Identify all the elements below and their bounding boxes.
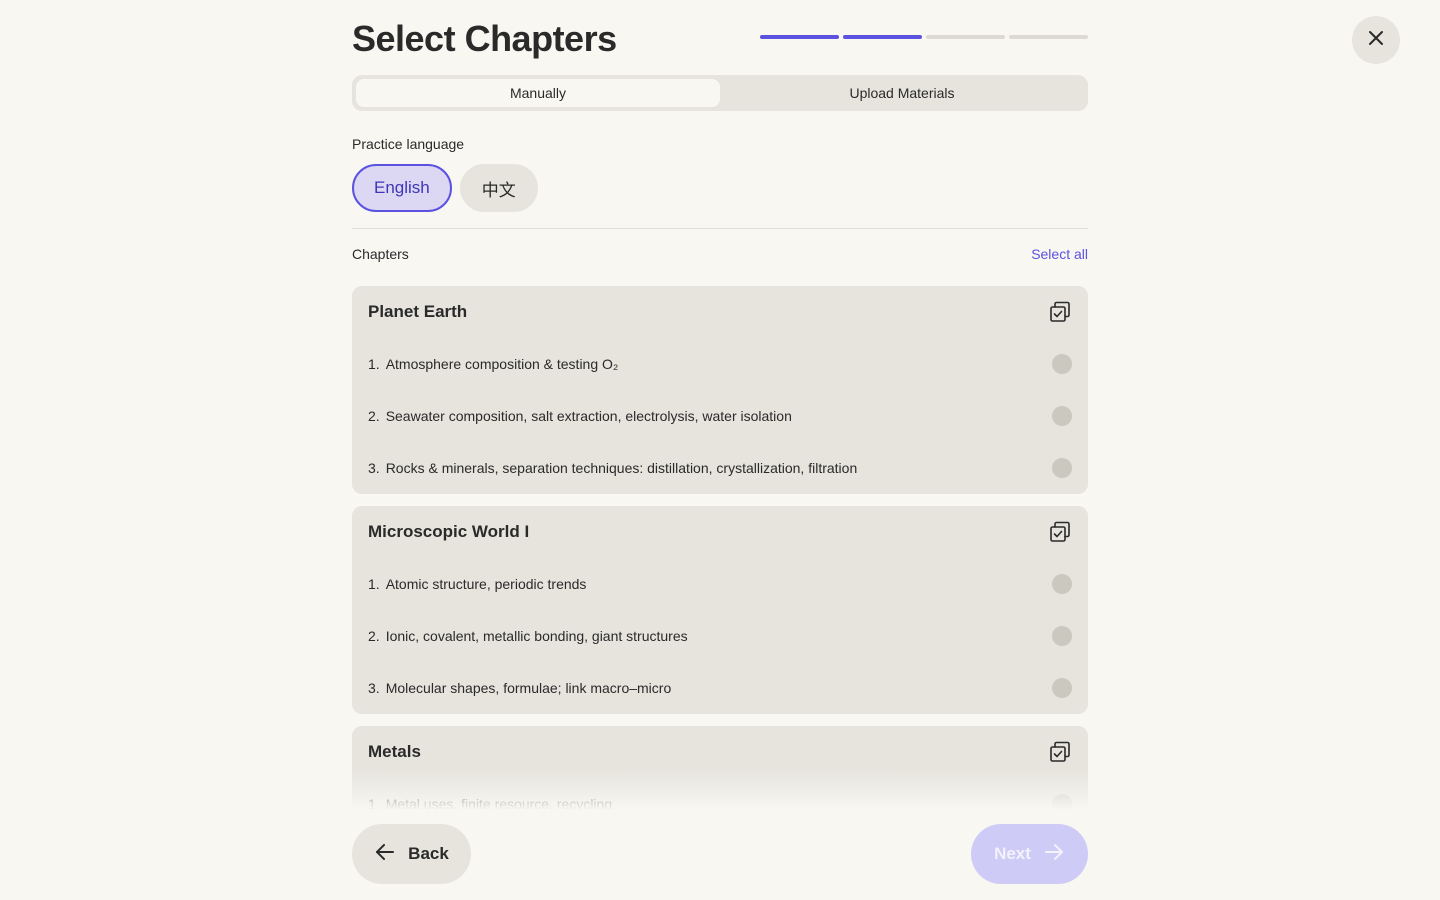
chapter-item-number: 3. — [368, 460, 380, 476]
practice-language-label: Practice language — [352, 136, 465, 152]
chapter-selection-panel: Select Chapters Manually Upload Material… — [352, 0, 1088, 900]
chapter-list[interactable]: Planet Earth 1. Atmosphere composition & … — [352, 286, 1088, 810]
chapter-group-title: Metals — [368, 742, 421, 761]
language-english-button[interactable]: English — [352, 164, 452, 212]
next-button[interactable]: Next — [971, 824, 1088, 884]
tab-manually[interactable]: Manually — [356, 79, 720, 107]
tab-upload-materials[interactable]: Upload Materials — [720, 79, 1084, 107]
select-group-icon[interactable] — [1048, 740, 1072, 764]
step-progress — [760, 35, 1088, 39]
chapter-item[interactable]: 3. Molecular shapes, formulae; link macro… — [352, 662, 1088, 714]
chapter-radio[interactable] — [1052, 574, 1072, 594]
chapter-item-label: Seawater composition, salt extraction, e… — [385, 408, 792, 424]
language-options: English 中文 — [352, 164, 538, 212]
mode-toggle: Manually Upload Materials — [352, 75, 1088, 111]
chapter-radio[interactable] — [1052, 678, 1072, 698]
chapter-group-title: Planet Earth — [368, 302, 468, 321]
chapter-item-label: Ionic, covalent, metallic bonding, giant… — [385, 628, 688, 644]
chapter-item[interactable]: 1. Atmosphere composition & testing O₂ — [352, 338, 1088, 390]
chapter-group: Metals 1. Metal uses, finite resource, re… — [352, 726, 1088, 810]
chapter-radio[interactable] — [1052, 794, 1072, 810]
chapter-item[interactable]: 2. Ionic, covalent, metallic bonding, gia… — [352, 610, 1088, 662]
chapter-group-title: Microscopic World I — [368, 522, 530, 541]
arrow-right-icon — [1043, 841, 1065, 868]
progress-step-1 — [760, 35, 839, 39]
chapter-item[interactable]: 1. Atomic structure, periodic trends — [352, 558, 1088, 610]
chapters-label: Chapters — [352, 246, 409, 262]
chapter-item-number: 1. — [368, 356, 380, 372]
back-button[interactable]: Back — [352, 824, 471, 884]
chapter-item-label: Rocks & minerals, separation techniques:… — [385, 460, 858, 476]
chapter-item-number: 3. — [368, 680, 380, 696]
chapter-item[interactable]: 3. Rocks & minerals, separation technique… — [352, 442, 1088, 494]
select-group-icon[interactable] — [1048, 300, 1072, 324]
arrow-left-icon — [374, 841, 396, 868]
next-label: Next — [994, 844, 1031, 863]
chapter-group: Microscopic World I 1. Atomic structure, … — [352, 506, 1088, 714]
select-all-link[interactable]: Select all — [1031, 246, 1088, 262]
progress-step-2 — [843, 35, 922, 39]
back-label: Back — [408, 844, 449, 863]
progress-step-3 — [926, 35, 1005, 39]
chapter-group-header: Metals — [352, 726, 1088, 778]
chapter-radio[interactable] — [1052, 458, 1072, 478]
divider — [352, 228, 1088, 229]
chapter-radio[interactable] — [1052, 354, 1072, 374]
chapter-item-label: Molecular shapes, formulae; link macro–m… — [385, 680, 672, 696]
close-icon — [1367, 29, 1385, 52]
chapter-item-number: 1. — [368, 576, 380, 592]
chapter-group-header: Planet Earth — [352, 286, 1088, 338]
header: Select Chapters — [352, 14, 1088, 64]
chapter-item-label: Atomic structure, periodic trends — [385, 576, 587, 592]
chapter-item-label: Metal uses, finite resource, recycling — [385, 796, 613, 810]
chapter-radio[interactable] — [1052, 406, 1072, 426]
chapter-group: Planet Earth 1. Atmosphere composition & … — [352, 286, 1088, 494]
close-button[interactable] — [1352, 16, 1400, 64]
chapter-item-label: Atmosphere composition & testing O₂ — [385, 356, 619, 372]
chapter-item-number: 2. — [368, 408, 380, 424]
chapter-item-number: 2. — [368, 628, 380, 644]
chapter-radio[interactable] — [1052, 626, 1072, 646]
chapters-header: Chapters Select all — [352, 246, 1088, 262]
chapter-item-number: 1. — [368, 796, 380, 810]
chapter-item[interactable]: 1. Metal uses, finite resource, recycling — [352, 778, 1088, 810]
select-group-icon[interactable] — [1048, 520, 1072, 544]
page-title: Select Chapters — [352, 18, 617, 59]
chapter-group-header: Microscopic World I — [352, 506, 1088, 558]
language-chinese-button[interactable]: 中文 — [459, 164, 538, 212]
progress-step-4 — [1009, 35, 1088, 39]
chapter-item[interactable]: 2. Seawater composition, salt extraction,… — [352, 390, 1088, 442]
